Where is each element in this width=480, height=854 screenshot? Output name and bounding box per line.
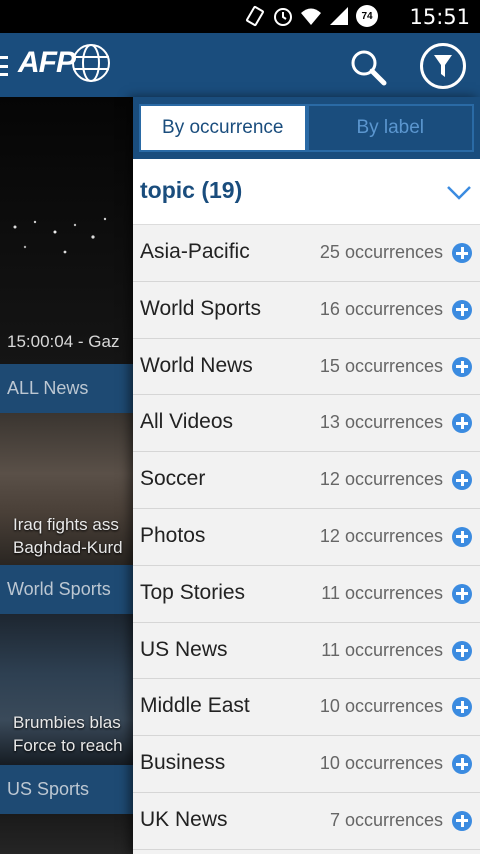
topic-count: 13 occurrences	[319, 412, 443, 433]
signal-icon	[330, 7, 348, 25]
section-header[interactable]: ALL News	[0, 364, 133, 413]
section-header[interactable]: World Sports	[0, 565, 133, 614]
story-title: Iraq fights ass	[13, 515, 119, 534]
add-circle-icon[interactable]	[452, 810, 472, 831]
add-circle-icon[interactable]	[452, 299, 472, 320]
topic-row[interactable]: World Sports 16 occurrences	[133, 281, 480, 339]
topic-label: Middle East	[140, 694, 250, 718]
topic-row[interactable]: Soccer 12 occurrences	[133, 452, 480, 509]
add-circle-icon[interactable]	[452, 526, 472, 547]
topic-row[interactable]: Photos 12 occurrences	[133, 508, 480, 566]
topic-label: Soccer	[140, 467, 206, 491]
topic-row[interactable]: US News 11 occurrences	[133, 622, 480, 680]
chevron-down-icon[interactable]	[446, 179, 472, 205]
story-card[interactable]: Brumbies blas Force to reach	[0, 614, 133, 766]
topic-count: 7 occurrences	[329, 809, 443, 830]
topic-label: All Videos	[140, 410, 234, 434]
add-circle-icon[interactable]	[452, 413, 472, 434]
topic-group-header[interactable]: topic (19)	[133, 159, 480, 225]
logo-text: AFP	[18, 46, 76, 79]
topic-label: World Sports	[140, 296, 261, 320]
video-caption: 15:00:04 - Gaz	[7, 332, 120, 351]
topic-count: 15 occurrences	[319, 355, 443, 376]
topic-label: Business	[140, 751, 226, 775]
tab-by-label[interactable]: By label	[306, 104, 474, 152]
city-lights-image	[13, 217, 107, 254]
filter-drawer: By occurrence By label topic (19) Asia-P…	[133, 97, 480, 854]
add-circle-icon[interactable]	[452, 356, 472, 377]
topic-list: Asia-Pacific 25 occurrences World Sports 16…	[133, 225, 480, 850]
globe-icon	[72, 44, 110, 82]
topic-label: Asia-Pacific	[140, 240, 250, 263]
topic-count: 12 occurrences	[319, 525, 443, 546]
add-circle-icon[interactable]	[452, 583, 472, 604]
story-title: Brumbies blas	[13, 713, 121, 732]
battery-icon: 74	[356, 5, 378, 27]
topic-count: 11 occurrences	[321, 582, 443, 603]
add-circle-icon[interactable]	[452, 243, 472, 263]
story-title: Force to reach	[13, 736, 123, 755]
story-card[interactable]: Iraq fights ass Baghdad-Kurd	[0, 413, 133, 565]
alarm-icon	[274, 8, 292, 26]
sort-toggle: By occurrence By label	[133, 97, 480, 159]
filter-button[interactable]	[420, 43, 466, 89]
tab-by-occurrence[interactable]: By occurrence	[139, 104, 307, 152]
topic-count: 11 occurrences	[321, 639, 443, 660]
status-time: 15:51	[409, 5, 470, 29]
add-circle-icon[interactable]	[452, 470, 472, 491]
topic-row[interactable]: Middle East 10 occurrences	[133, 679, 480, 737]
section-header[interactable]: US Sports	[0, 765, 133, 814]
topic-label: World News	[140, 353, 253, 377]
add-circle-icon[interactable]	[452, 640, 472, 661]
topic-label: Photos	[140, 523, 206, 547]
status-icons: 74	[244, 5, 378, 27]
group-title: topic (19)	[140, 177, 243, 203]
topic-count: 10 occurrences	[319, 696, 443, 717]
topic-count: 16 occurrences	[319, 298, 443, 319]
wifi-icon	[301, 8, 321, 25]
news-feed: 15:00:04 - Gaz ALL News Iraq fights ass …	[0, 97, 133, 854]
topic-row[interactable]: Business 10 occurrences	[133, 736, 480, 793]
topic-count: 10 occurrences	[319, 753, 443, 774]
topic-label: Top Stories	[140, 580, 246, 604]
rotation-lock-icon	[246, 5, 264, 27]
funnel-icon	[434, 55, 452, 77]
topic-row[interactable]: World News 15 occurrences	[133, 338, 480, 396]
topic-count: 25 occurrences	[319, 242, 443, 262]
topic-count: 12 occurrences	[319, 469, 443, 490]
add-circle-icon[interactable]	[452, 754, 472, 775]
search-icon[interactable]	[348, 47, 388, 87]
story-card[interactable]	[0, 814, 133, 854]
topic-row[interactable]: UK News 7 occurrences	[133, 792, 480, 850]
topic-row[interactable]: All Videos 13 occurrences	[133, 395, 480, 453]
add-circle-icon[interactable]	[452, 697, 472, 718]
video-item[interactable]: 15:00:04 - Gaz	[0, 97, 133, 364]
menu-icon[interactable]	[0, 56, 8, 76]
topic-label: UK News	[140, 807, 228, 831]
topic-label: US News	[140, 637, 228, 661]
topic-row[interactable]: Top Stories 11 occurrences	[133, 565, 480, 623]
afp-logo: AFP	[18, 43, 111, 83]
status-bar: 74 15:51	[0, 0, 480, 33]
topic-row[interactable]: Asia-Pacific 25 occurrences	[133, 225, 480, 282]
app-bar: AFP	[0, 33, 480, 97]
story-title: Baghdad-Kurd	[13, 538, 123, 557]
